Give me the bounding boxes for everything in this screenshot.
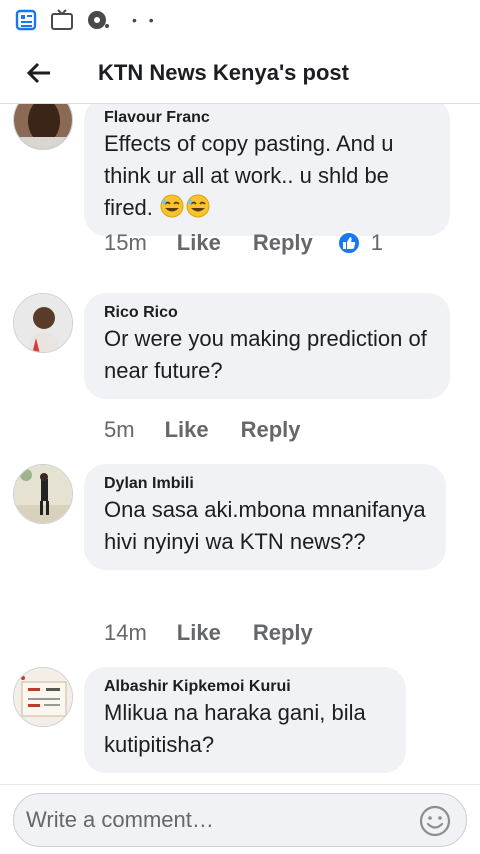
comment-time: 5m [104,417,135,442]
comment-text: Ona sasa aki.mbona mnanifanya hivi nyiny… [104,497,426,554]
comment-author[interactable]: Flavour Franc [104,108,430,128]
back-arrow-icon [26,62,50,83]
comment-bubble: Rico Rico Or were you making prediction … [84,293,450,399]
status-dots: • • [132,12,158,28]
page-title: KTN News Kenya's post [98,59,349,85]
comment-author[interactable]: Dylan Imbili [104,474,426,494]
comment-bubble: Flavour Franc Effects of copy pasting. A… [84,104,450,236]
like-button[interactable]: Like [177,620,221,646]
avatar[interactable] [13,464,73,524]
comment-text: Effects of copy pasting. And u think ur … [104,131,394,220]
comment-actions: 14m Like Reply [104,620,313,646]
comment-list[interactable]: Flavour Franc Effects of copy pasting. A… [0,104,480,784]
avatar[interactable] [13,667,73,727]
comment-author[interactable]: Albashir Kipkemoi Kurui [104,677,386,697]
reply-button[interactable]: Reply [253,620,313,646]
comment-time: 15m [104,230,147,255]
back-button[interactable] [14,48,64,98]
like-button[interactable]: Like [177,230,221,256]
like-button[interactable]: Like [165,417,209,443]
comment-actions: 15m Like Reply 1 [104,230,383,256]
avatar[interactable] [13,104,73,150]
reply-button[interactable]: Reply [253,230,313,256]
avatar[interactable] [13,293,73,353]
rolling-laughing-emoji-icon [159,193,185,219]
comment-text: Or were you making prediction of near fu… [104,326,427,383]
reaction-count: 1 [370,230,383,255]
comment-input[interactable] [26,807,406,833]
comment-composer[interactable] [13,793,467,847]
smiley-icon[interactable] [418,804,452,838]
comment-text: Mlikua na haraka gani, bila kutipitisha? [104,700,366,757]
comment-author[interactable]: Rico Rico [104,303,430,323]
chat-bubble-icon [86,9,110,31]
status-bar: • • [0,0,480,40]
tv-icon [50,9,74,31]
comment-bubble: Dylan Imbili Ona sasa aki.mbona mnanifan… [84,464,446,570]
news-feed-icon [14,9,38,31]
reply-button[interactable]: Reply [241,417,301,443]
comment-time: 14m [104,620,147,645]
comment-actions: 5m Like Reply [104,417,301,443]
reaction-summary[interactable]: 1 [336,230,383,256]
thumbs-up-icon [336,231,361,255]
comment-composer-bar [0,784,480,854]
rolling-laughing-emoji-icon [185,193,211,219]
comment-bubble: Albashir Kipkemoi Kurui Mlikua na haraka… [84,667,406,773]
post-header: KTN News Kenya's post [0,42,480,104]
